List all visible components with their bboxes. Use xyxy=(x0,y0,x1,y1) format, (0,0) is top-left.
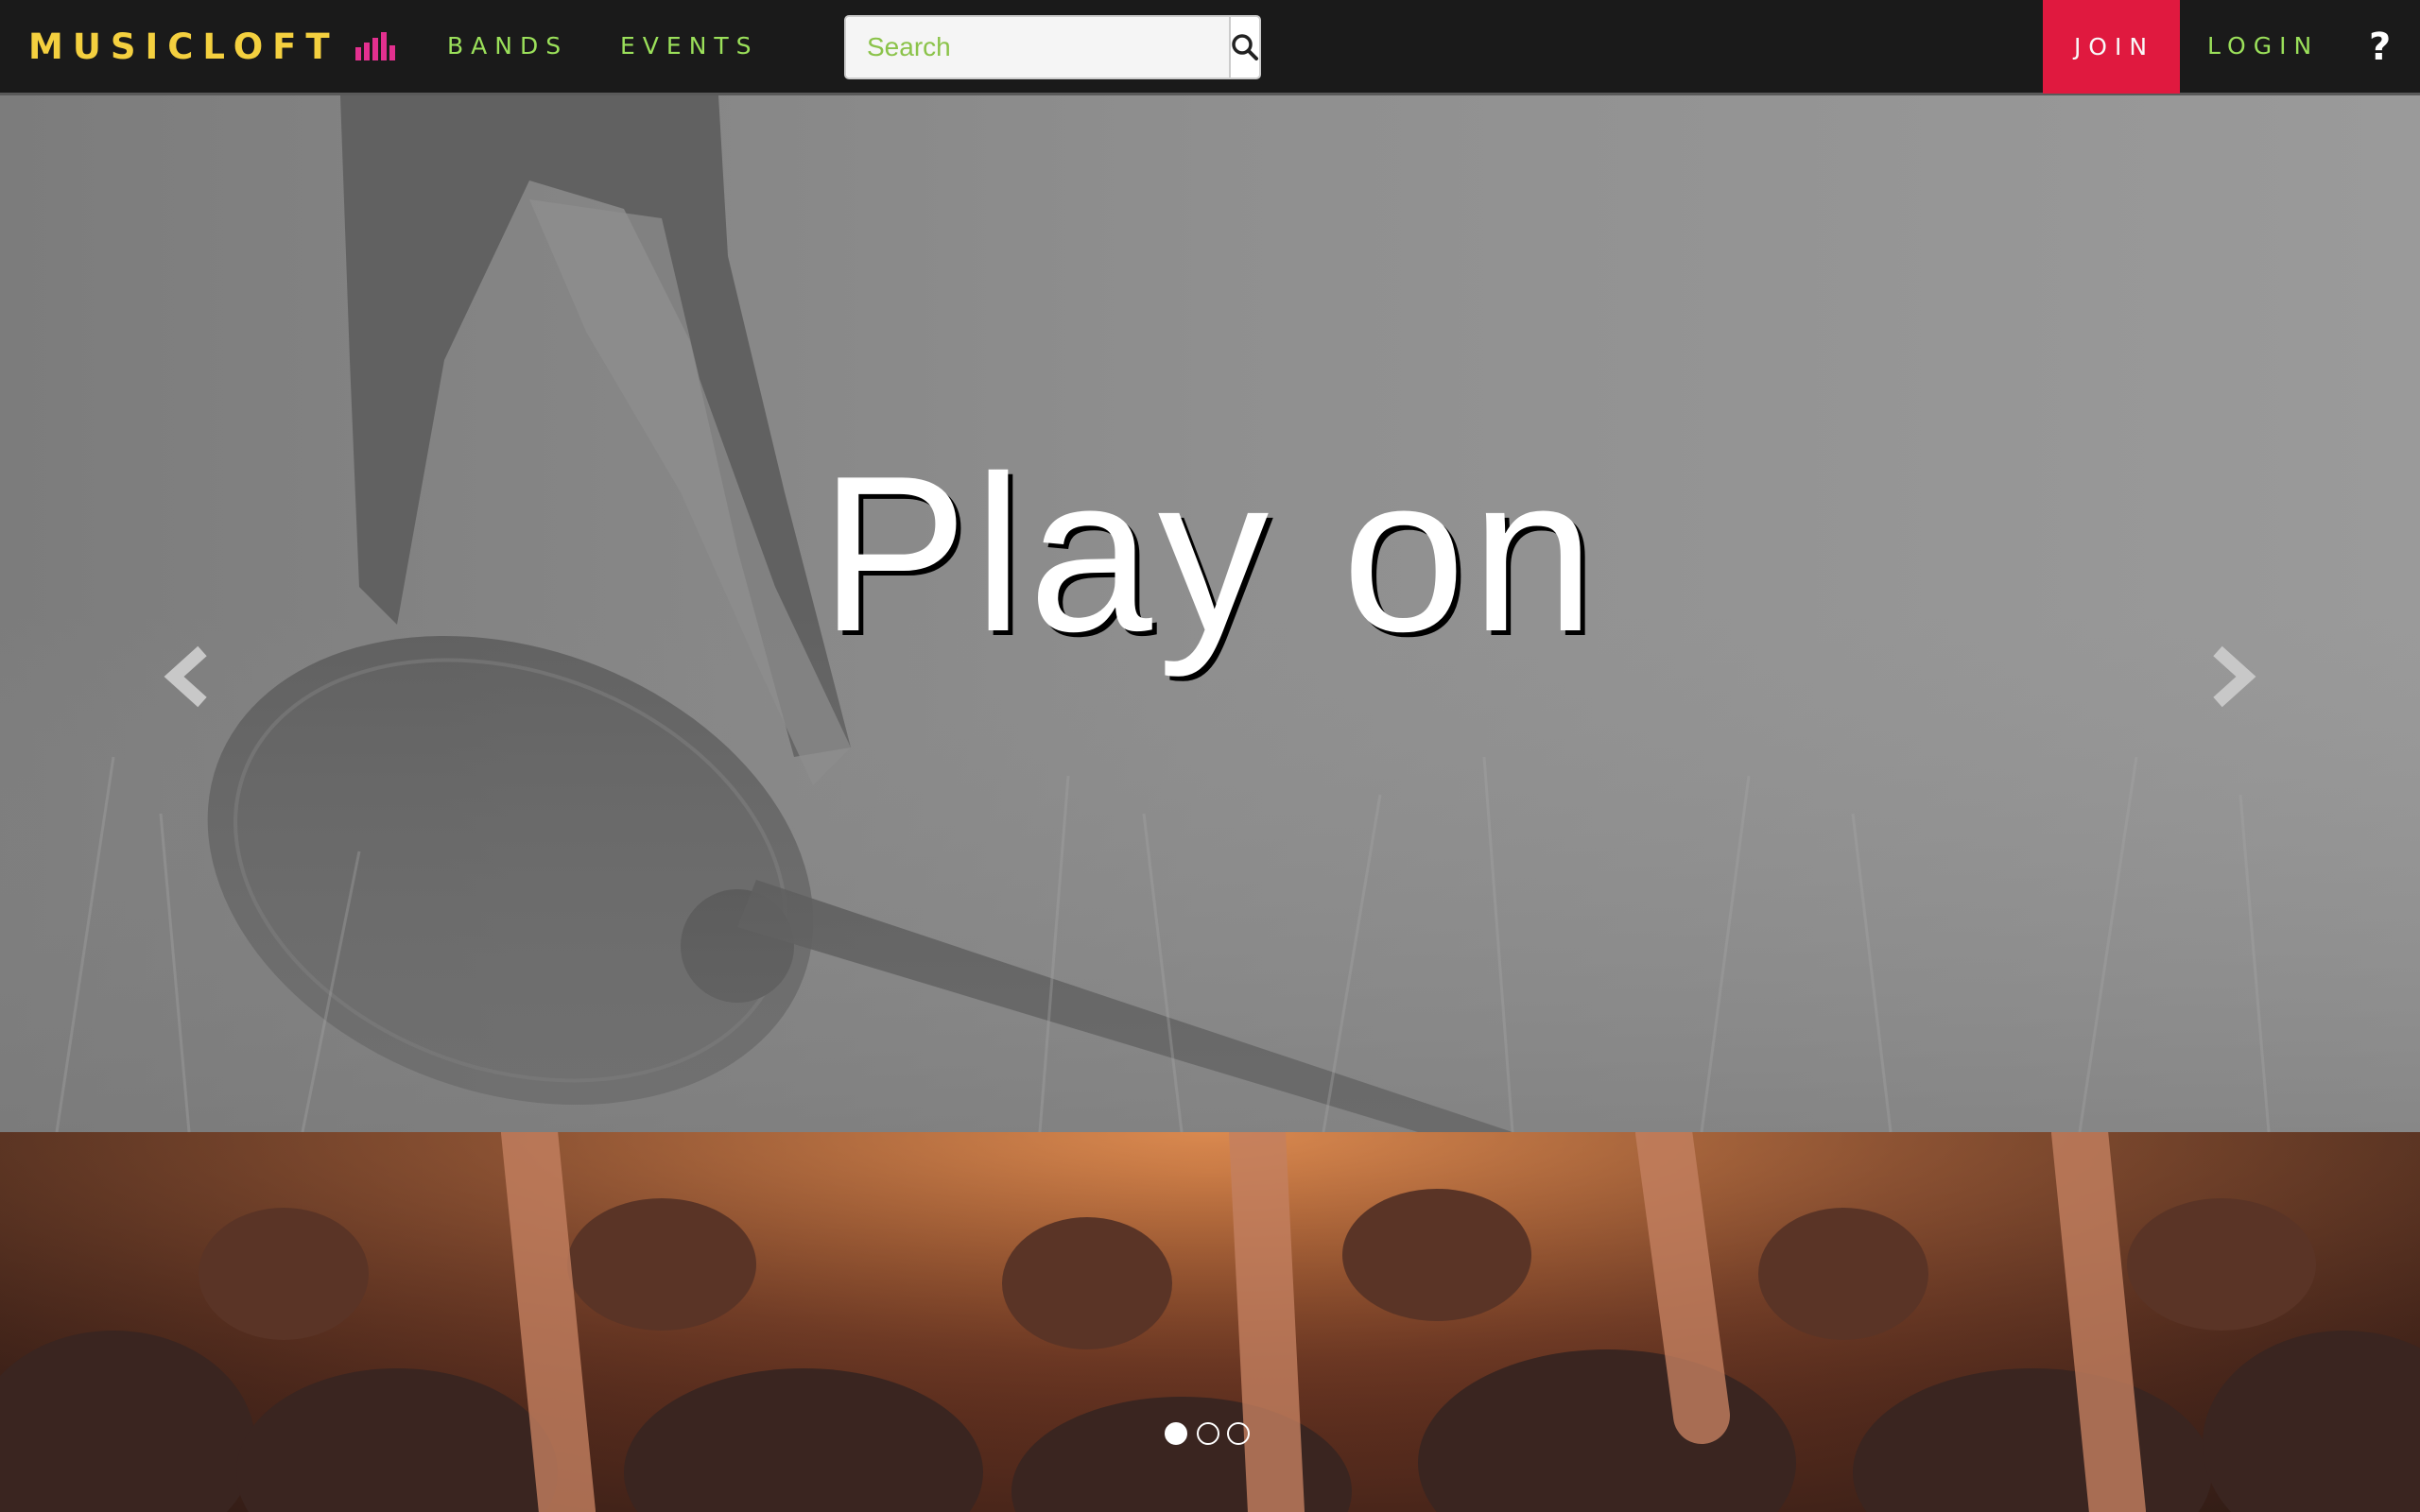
brand-logo[interactable]: MUSICLOFT xyxy=(28,26,339,69)
nav-link-events[interactable]: EVENTS xyxy=(620,30,759,62)
magnifier-icon xyxy=(1232,34,1258,60)
carousel-indicator-2[interactable] xyxy=(1197,1422,1219,1445)
crowd-background-image xyxy=(0,1132,2420,1512)
chevron-right-icon[interactable] xyxy=(2203,644,2259,710)
hero-carousel: Play on xyxy=(0,95,2420,1132)
nav-link-bands[interactable]: BANDS xyxy=(447,30,568,62)
search-button[interactable] xyxy=(1229,17,1259,77)
hero-caption: Play on xyxy=(820,429,1600,678)
search-input[interactable] xyxy=(846,17,1229,77)
carousel-indicator-3[interactable] xyxy=(1227,1422,1250,1445)
search-form xyxy=(844,15,1261,79)
equalizer-bars-icon xyxy=(355,30,401,60)
top-navbar: MUSICLOFT BANDS EVENTS JOIN LOGIN ? xyxy=(0,0,2420,95)
join-button[interactable]: JOIN xyxy=(2043,0,2180,94)
chevron-left-icon[interactable] xyxy=(161,644,217,710)
carousel-indicator-1[interactable] xyxy=(1165,1422,1187,1445)
help-icon[interactable]: ? xyxy=(2369,25,2391,70)
login-link[interactable]: LOGIN xyxy=(2207,30,2319,62)
carousel-indicators xyxy=(1165,1422,1259,1447)
